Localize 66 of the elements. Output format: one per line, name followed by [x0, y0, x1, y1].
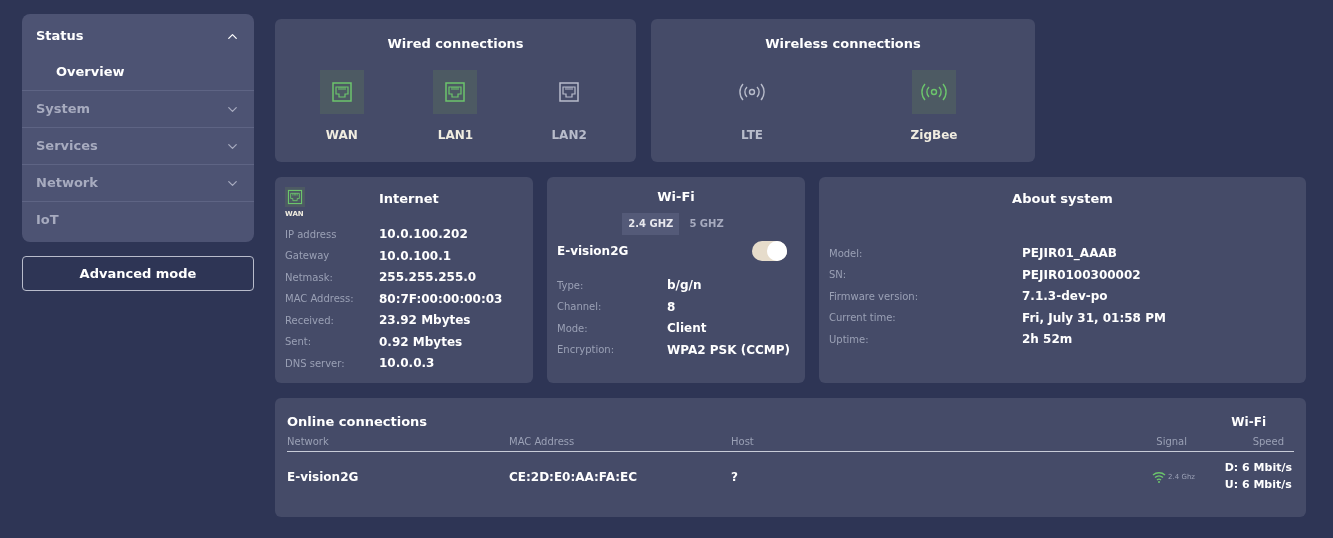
field-value: 8 — [667, 298, 676, 316]
port-label: LAN1 — [437, 126, 474, 144]
table-cell-text: CE:2D:E0:AA:FA:EC — [509, 468, 638, 486]
field-value: PEJIR01_AAAB — [1022, 245, 1117, 263]
field-label: DNS server: — [285, 356, 346, 371]
field-value: 0.92 Mbytes — [379, 333, 463, 351]
group-heading: Wi-Fi — [1231, 413, 1266, 431]
field-value: 255.255.255.0 — [379, 269, 477, 287]
field-label: Mode: — [557, 321, 589, 336]
field-value: 10.0.100.1 — [379, 247, 452, 265]
sidebar-item[interactable]: Services — [22, 128, 254, 164]
field-value: 10.0.0.3 — [379, 355, 435, 373]
field-label: Uptime: — [829, 332, 870, 347]
field-value: Client — [667, 320, 707, 338]
field-label: Encryption: — [557, 343, 616, 358]
wifi-toggle[interactable] — [752, 240, 787, 261]
card-title: Online connections — [287, 413, 428, 431]
column-header: Speed — [1252, 434, 1284, 449]
field-label: Netmask: — [285, 270, 334, 285]
card-title: Wireless connections — [765, 35, 921, 53]
field-label: IP address — [285, 227, 338, 242]
field-label: Channel: — [557, 300, 603, 315]
download-speed: D: 6 Mbit/s — [1224, 460, 1292, 476]
field-value: 7.1.3-dev-po — [1022, 288, 1108, 306]
sidebar-item[interactable]: Network — [22, 165, 254, 201]
field-label: Model: — [829, 246, 864, 261]
field-label: Firmware version: — [829, 289, 919, 304]
field-value: Fri, July 31, 01:58 PM — [1022, 309, 1166, 327]
field-value: WPA2 PSK (CCMP) — [667, 341, 790, 359]
advanced-mode-button[interactable]: Advanced mode — [22, 256, 254, 291]
network-name: E-vision2G — [557, 242, 629, 260]
table-cell-text: ? — [731, 468, 739, 486]
port-label: LTE — [740, 126, 763, 144]
field-value: 2h 52m — [1022, 331, 1073, 349]
band-tab[interactable]: 5 GHZ — [683, 212, 730, 235]
column-header: Signal — [1156, 434, 1187, 449]
band-tab[interactable]: 2.4 GHZ — [622, 212, 680, 235]
column-header: MAC Address — [509, 434, 576, 449]
port-label: ZigBee — [910, 126, 958, 144]
column-header: Network — [287, 434, 330, 449]
sidebar-item[interactable]: IoT — [22, 202, 254, 238]
field-label: SN: — [829, 268, 848, 283]
port-label: WAN — [325, 126, 358, 144]
field-label: Current time: — [829, 311, 897, 326]
field-label: Gateway — [285, 249, 331, 264]
sidebar-subitem[interactable]: Overview — [22, 54, 254, 90]
field-value: 10.0.100.202 — [379, 226, 468, 244]
upload-speed: U: 6 Mbit/s — [1224, 476, 1292, 493]
sidebar-item[interactable]: System — [22, 91, 254, 127]
wifi-signal-icon — [1152, 470, 1167, 483]
field-value: b/g/n — [667, 277, 702, 295]
port-label: LAN2 — [551, 126, 587, 144]
card-title: Wired connections — [387, 35, 524, 53]
field-value: 80:7F:00:00:00:03 — [379, 290, 503, 308]
field-label: Type: — [557, 278, 585, 293]
table-cell-text: E-vision2G — [287, 468, 360, 486]
field-label: MAC Address: — [285, 292, 355, 307]
field-value: PEJIR0100300002 — [1022, 266, 1141, 284]
field-label: Sent: — [285, 335, 313, 350]
column-header: Host — [731, 434, 755, 449]
card-title: Internet — [379, 190, 439, 208]
sidebar-item[interactable]: Status — [22, 18, 254, 54]
field-label: Received: — [285, 313, 335, 328]
card-title: About system — [1012, 190, 1113, 208]
field-value: 23.92 Mbytes — [379, 312, 471, 330]
card-title: Wi-Fi — [657, 188, 695, 206]
